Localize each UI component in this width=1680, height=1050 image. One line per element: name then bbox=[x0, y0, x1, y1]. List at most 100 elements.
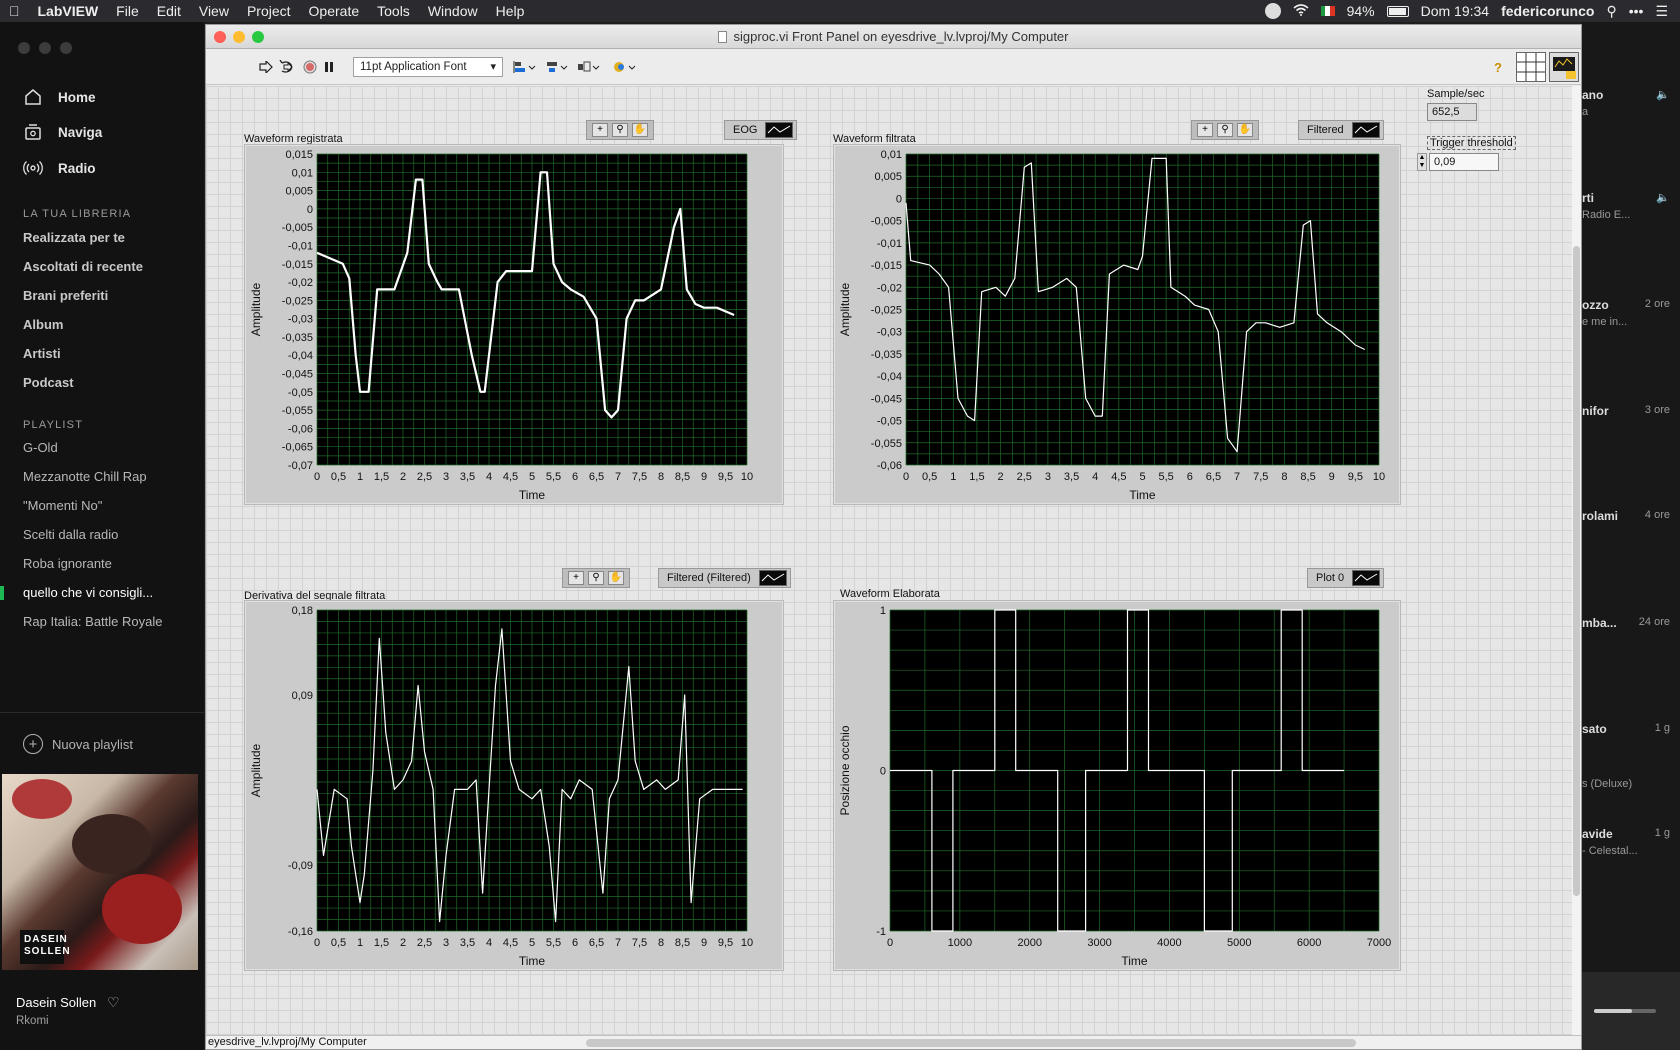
playlist-item[interactable]: Mezzanotte Chill Rap bbox=[23, 469, 147, 484]
playlist-item[interactable]: Rap Italia: Battle Royale bbox=[23, 614, 162, 629]
project-path: eyesdrive_lv.lvproj/My Computer bbox=[208, 1036, 367, 1048]
x-axis-label: Time bbox=[519, 954, 546, 968]
cursor-tool-icon[interactable]: + bbox=[568, 571, 584, 585]
x-tick-label: 4,5 bbox=[503, 937, 518, 949]
cover-art-shape bbox=[102, 874, 182, 944]
menu-help[interactable]: Help bbox=[487, 0, 534, 22]
playlist-item[interactable]: "Momenti No" bbox=[23, 498, 102, 513]
zoom-dot[interactable] bbox=[60, 42, 72, 54]
vertical-scrollbar[interactable] bbox=[1572, 86, 1581, 1038]
zoom-tool-icon[interactable]: ⚲ bbox=[588, 571, 604, 585]
plot-legend[interactable]: Plot 0 bbox=[1307, 568, 1385, 588]
status-app-icon[interactable] bbox=[1264, 3, 1281, 19]
library-item[interactable]: Podcast bbox=[23, 375, 74, 390]
playlist-item[interactable]: Roba ignorante bbox=[23, 556, 112, 571]
x-tick-label: 3,5 bbox=[460, 471, 475, 483]
minimize-dot[interactable] bbox=[39, 42, 51, 54]
pan-tool-icon[interactable]: ✋ bbox=[632, 123, 648, 137]
connector-pane-icon[interactable] bbox=[1516, 52, 1546, 82]
abort-icon[interactable] bbox=[302, 58, 318, 76]
menu-app-name[interactable]: LabVIEW bbox=[29, 0, 108, 22]
resize-objects-icon[interactable] bbox=[576, 58, 602, 76]
zoom-button[interactable] bbox=[252, 31, 264, 43]
nav-radio[interactable]: Radio bbox=[22, 157, 96, 179]
run-continuously-icon[interactable] bbox=[278, 58, 296, 76]
close-dot[interactable] bbox=[18, 42, 30, 54]
pause-icon[interactable] bbox=[322, 58, 336, 76]
playlist-item[interactable]: Scelti dalla radio bbox=[23, 527, 118, 542]
playlist-item[interactable]: G-Old bbox=[23, 440, 58, 455]
graph-palette[interactable]: + ⚲ ✋ bbox=[586, 120, 654, 140]
nav-naviga[interactable]: Naviga bbox=[22, 121, 102, 143]
now-playing-title[interactable]: Dasein Sollen bbox=[16, 995, 96, 1010]
now-playing-artist[interactable]: Rkomi bbox=[16, 1015, 49, 1027]
menu-edit[interactable]: Edit bbox=[148, 0, 190, 22]
pan-tool-icon[interactable]: ✋ bbox=[1237, 123, 1253, 137]
trigger-threshold-input[interactable]: 0,09 bbox=[1429, 153, 1499, 171]
battery-icon[interactable] bbox=[1386, 5, 1409, 17]
run-arrow-icon[interactable] bbox=[258, 58, 274, 76]
graph-palette[interactable]: + ⚲ ✋ bbox=[562, 568, 630, 588]
new-playlist-button[interactable]: + Nuova playlist bbox=[23, 734, 133, 754]
menu-file[interactable]: File bbox=[107, 0, 148, 22]
x-tick-label: 6,5 bbox=[1206, 471, 1221, 483]
align-objects-icon[interactable] bbox=[512, 58, 538, 76]
friend-item-time: 1 g bbox=[1654, 827, 1670, 839]
sample-rate-indicator: 652,5 bbox=[1427, 103, 1477, 121]
apple-icon[interactable]:  bbox=[0, 0, 29, 22]
album-cover[interactable]: DASEIN SOLLEN bbox=[2, 774, 198, 970]
vertical-scroll-thumb[interactable] bbox=[1573, 246, 1580, 896]
vi-icon[interactable] bbox=[1549, 52, 1579, 82]
horizontal-scrollbar[interactable] bbox=[586, 1039, 1356, 1047]
search-icon[interactable]: ⚲ bbox=[1606, 3, 1616, 20]
menu-view[interactable]: View bbox=[190, 0, 238, 22]
help-icon[interactable]: ? bbox=[1491, 58, 1505, 76]
friend-item-time: 3 ore bbox=[1644, 404, 1670, 416]
graph-palette[interactable]: + ⚲ ✋ bbox=[1191, 120, 1259, 140]
flag-icon[interactable] bbox=[1320, 6, 1335, 16]
wifi-icon[interactable] bbox=[1293, 3, 1309, 19]
waveform-registrata-graph[interactable]: 0 0,5 1 1,5 2 2,5 3 3,5 4 4,5 5 5,5 6 6,5 7 7,5 8 8,5 9 9,5… bbox=[244, 144, 784, 505]
heart-icon[interactable]: ♡ bbox=[107, 994, 120, 1011]
plot-legend[interactable]: Filtered bbox=[1298, 120, 1384, 140]
library-item[interactable]: Brani preferiti bbox=[23, 288, 108, 303]
menu-project[interactable]: Project bbox=[238, 0, 300, 22]
cover-art-shape bbox=[12, 779, 72, 819]
x-tick-label: 7,5 bbox=[632, 471, 647, 483]
zoom-tool-icon[interactable]: ⚲ bbox=[1217, 123, 1233, 137]
vi-toolbar: 11pt Application Font ? bbox=[206, 49, 1581, 85]
zoom-tool-icon[interactable]: ⚲ bbox=[612, 123, 628, 137]
plot-legend[interactable]: EOG bbox=[724, 120, 798, 140]
library-item[interactable]: Album bbox=[23, 317, 63, 332]
menu-operate[interactable]: Operate bbox=[300, 0, 369, 22]
library-item[interactable]: Artisti bbox=[23, 346, 61, 361]
control-center-icon[interactable]: ••• bbox=[1629, 3, 1644, 19]
library-item[interactable]: Realizzata per te bbox=[23, 230, 125, 245]
y-tick-label: -0,06 bbox=[288, 423, 313, 435]
distribute-objects-icon[interactable] bbox=[544, 58, 570, 76]
reorder-icon[interactable] bbox=[612, 58, 638, 76]
font-selector[interactable]: 11pt Application Font bbox=[353, 57, 503, 77]
trigger-increment-arrows[interactable]: ▲ ▼ bbox=[1417, 153, 1427, 171]
y-tick-label: -0,055 bbox=[282, 405, 313, 417]
x-tick-label: 1000 bbox=[948, 937, 972, 949]
menu-list-icon[interactable]: ☰ bbox=[1655, 3, 1668, 20]
waveform-elaborata-graph[interactable]: 0 1000 2000 3000 4000 5000 6000 700010-1TimePos… bbox=[833, 600, 1401, 971]
volume-slider[interactable] bbox=[1594, 1009, 1656, 1013]
cursor-tool-icon[interactable]: + bbox=[592, 123, 608, 137]
cursor-tool-icon[interactable]: + bbox=[1197, 123, 1213, 137]
playlist-item-active[interactable]: quello che vi consigli... bbox=[23, 585, 153, 600]
window-titlebar[interactable]: sigproc.vi Front Panel on eyesdrive_lv.l… bbox=[206, 25, 1581, 49]
close-button[interactable] bbox=[214, 31, 226, 43]
library-item[interactable]: Ascoltati di recente bbox=[23, 259, 143, 274]
user-name[interactable]: federicorunco bbox=[1501, 3, 1594, 19]
nav-home[interactable]: Home bbox=[22, 86, 96, 108]
waveform-filtrata-graph[interactable]: 0 0,5 1 1,5 2 2,5 3 3,5 4 4,5 5 5,5 6 6,5 7 7,5 8 8,5 9 9,5… bbox=[833, 144, 1401, 505]
plot-legend[interactable]: Filtered (Filtered) bbox=[658, 568, 791, 588]
minimize-button[interactable] bbox=[233, 31, 245, 43]
derivativa-graph[interactable]: 0 0,5 1 1,5 2 2,5 3 3,5 4 4,5 5 5,5 6 6,5 7 7,5 8 8,5 9 9,5… bbox=[244, 600, 784, 971]
menu-tools[interactable]: Tools bbox=[368, 0, 419, 22]
menu-window[interactable]: Window bbox=[419, 0, 487, 22]
clock[interactable]: Dom 19:34 bbox=[1421, 3, 1489, 19]
pan-tool-icon[interactable]: ✋ bbox=[608, 571, 624, 585]
